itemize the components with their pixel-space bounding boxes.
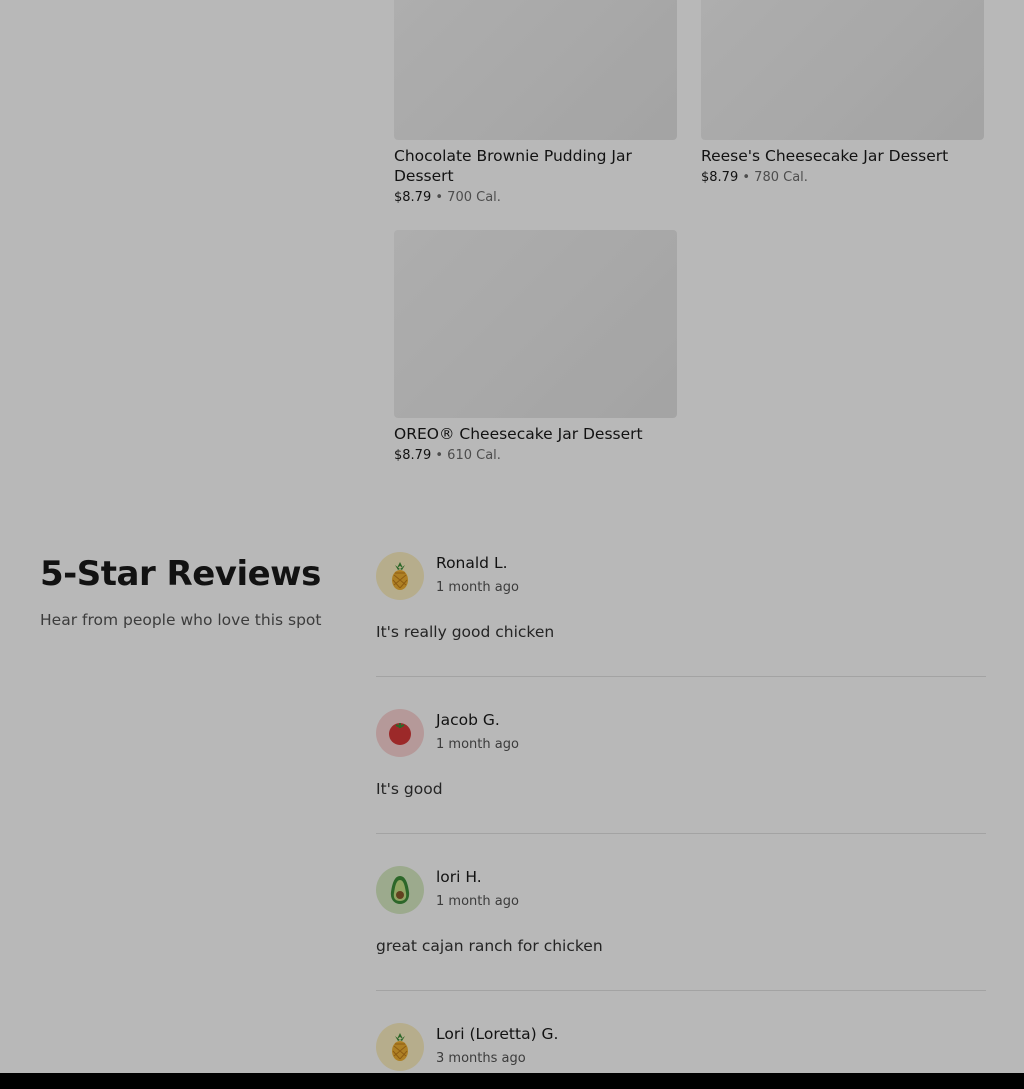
meta-separator: • — [435, 190, 444, 205]
review-time: 1 month ago — [436, 894, 519, 909]
menu-item-name: Reese's Cheesecake Jar Dessert — [701, 147, 949, 165]
menu-item-meta: $8.79 • 610 Cal. — [394, 447, 677, 465]
menu-item-calories: 610 Cal. — [447, 448, 501, 463]
menu-item-name: Chocolate Brownie Pudding Jar Dessert — [394, 147, 632, 185]
reviewer-name: Lori (Loretta) G. — [436, 1025, 559, 1043]
meta-separator: • — [435, 448, 444, 463]
review-time: 1 month ago — [436, 580, 519, 595]
menu-item-card[interactable]: Reese's Cheesecake Jar Dessert $8.79 • 7… — [701, 0, 984, 187]
menu-item-calories: 700 Cal. — [447, 190, 501, 205]
menu-item-price: $8.79 — [394, 190, 432, 205]
reviews-subtitle: Hear from people who love this spot — [40, 611, 322, 629]
reviews-header: 5-Star Reviews Hear from people who love… — [40, 552, 340, 630]
review-text: It's good — [376, 780, 443, 798]
menu-item-price: $8.79 — [701, 170, 739, 185]
avocado-icon — [390, 876, 410, 904]
menu-item-meta: $8.79 • 700 Cal. — [394, 189, 677, 207]
menu-item-price: $8.79 — [394, 448, 432, 463]
menu-item-image — [394, 230, 677, 418]
reviewer-name: lori H. — [436, 868, 482, 886]
reviewer-name: Ronald L. — [436, 554, 508, 572]
menu-item-meta: $8.79 • 780 Cal. — [701, 169, 984, 187]
menu-item-calories: 780 Cal. — [754, 170, 808, 185]
menu-item-card[interactable]: Chocolate Brownie Pudding Jar Dessert $8… — [394, 0, 677, 207]
divider — [376, 833, 986, 834]
avatar — [376, 552, 424, 600]
divider — [376, 990, 986, 991]
review-time: 3 months ago — [436, 1051, 526, 1066]
menu-item-name: OREO® Cheesecake Jar Dessert — [394, 425, 643, 443]
avatar — [376, 709, 424, 757]
review-time: 1 month ago — [436, 737, 519, 752]
review-text: great cajan ranch for chicken — [376, 937, 603, 955]
pineapple-icon — [392, 1033, 408, 1061]
reviews-title: 5-Star Reviews — [40, 554, 321, 594]
avatar — [376, 866, 424, 914]
review-text: It's really good chicken — [376, 623, 555, 641]
avatar — [376, 1023, 424, 1071]
pineapple-icon — [392, 562, 408, 590]
tomato-icon — [389, 723, 411, 745]
divider — [376, 676, 986, 677]
menu-item-image — [394, 0, 677, 140]
menu-item-card[interactable]: OREO® Cheesecake Jar Dessert $8.79 • 610… — [394, 230, 677, 465]
meta-separator: • — [742, 170, 751, 185]
bottom-bar — [0, 1073, 1024, 1089]
menu-item-image — [701, 0, 984, 140]
reviewer-name: Jacob G. — [436, 711, 500, 729]
